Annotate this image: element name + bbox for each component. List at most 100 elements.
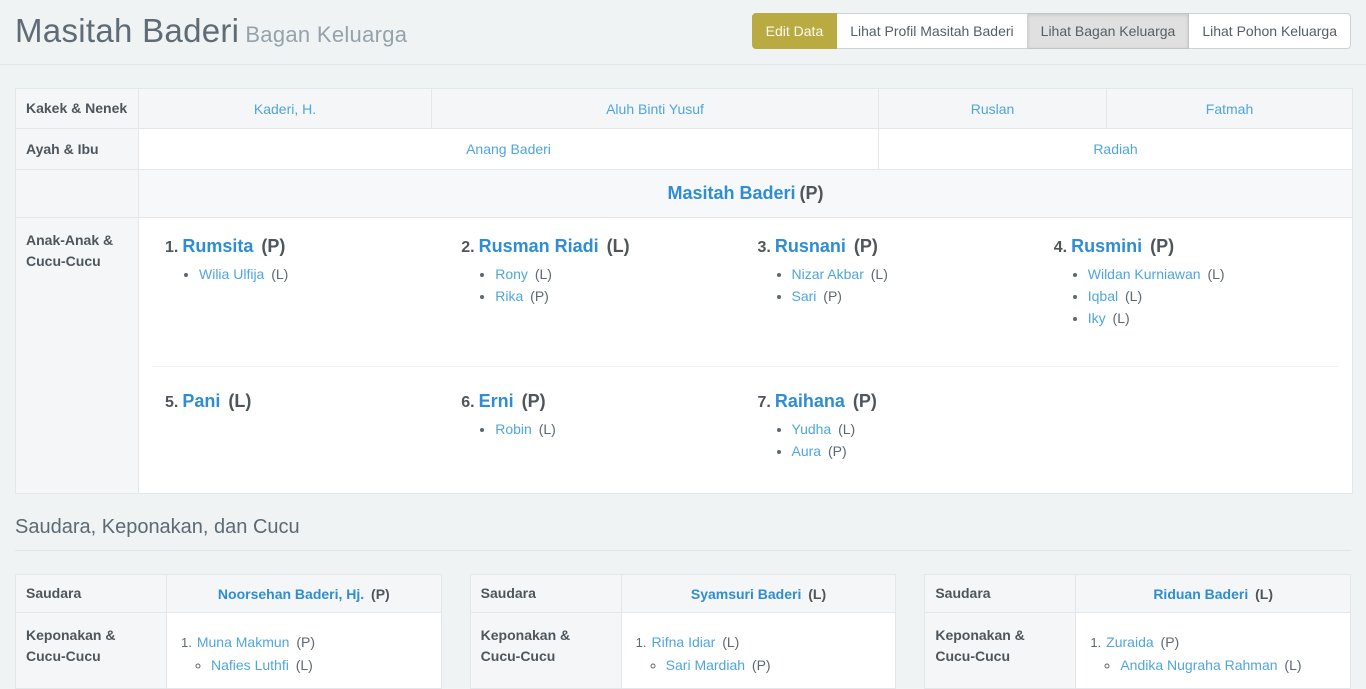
grandparent-link[interactable]: Aluh Binti Yusuf	[606, 101, 704, 117]
view-profile-button[interactable]: Lihat Profil Masitah Baderi	[837, 13, 1027, 49]
grandchild-name-link[interactable]: Wildan Kurniawan	[1088, 266, 1201, 282]
nephews-row-label: Keponakan & Cucu-Cucu	[16, 613, 167, 689]
gender-label: (L)	[1109, 310, 1130, 326]
gender-label: (L)	[1251, 586, 1273, 602]
grandchild-item: Wildan Kurniawan (L)	[1088, 263, 1338, 285]
child-item: 7.Raihana (P) Yudha (L) Aura (P)	[746, 383, 1042, 479]
gender-label: (P)	[819, 288, 842, 304]
sibling-table: Saudara Syamsuri Baderi (L) Keponakan & …	[470, 574, 897, 689]
child-number: 6.	[461, 394, 474, 411]
nephews-row-label: Keponakan & Cucu-Cucu	[925, 613, 1076, 689]
parents-row: Ayah & Ibu Anang Baderi Radiah	[16, 129, 1353, 170]
gender-label: (P)	[526, 288, 549, 304]
gender-label: (L)	[535, 421, 556, 437]
grandchild-name-link[interactable]: Aura	[792, 443, 822, 459]
sibling-name-link[interactable]: Syamsuri Baderi	[691, 586, 802, 602]
grandchild-item: Yudha (L)	[792, 418, 1042, 440]
sibling-table: Saudara Noorsehan Baderi, Hj. (P) Kepona…	[15, 574, 442, 689]
gender-label: (L)	[1204, 266, 1225, 282]
child-name-link[interactable]: Rusnani	[775, 236, 846, 256]
child-number: 5.	[165, 394, 178, 411]
gender-label: (P)	[848, 391, 877, 411]
view-family-chart-button[interactable]: Lihat Bagan Keluarga	[1028, 13, 1190, 49]
grandnephew-name-link[interactable]: Andika Nugraha Rahman	[1120, 657, 1277, 673]
grandchild-item: Rony (L)	[495, 263, 745, 285]
nephew-name-link[interactable]: Zuraida	[1106, 634, 1153, 650]
grandnephew-name-link[interactable]: Nafies Luthfi	[211, 657, 289, 673]
gender-label: (L)	[267, 266, 288, 282]
grandchild-name-link[interactable]: Nizar Akbar	[792, 266, 864, 282]
grandchild-name-link[interactable]: Robin	[495, 421, 532, 437]
sibling-name-link[interactable]: Riduan Baderi	[1153, 586, 1248, 602]
children-grid-row-2: 5.Pani (L) 6. Erni (P) Robin (L) 7.Raihan…	[153, 383, 1338, 479]
child-item: 3.Rusnani (P) Nizar Akbar (L) Sari (P)	[746, 228, 1042, 358]
grandchild-name-link[interactable]: Wilia Ulfija	[199, 266, 264, 282]
person-name-title: Masitah Baderi	[15, 12, 239, 49]
gender-label: (P)	[367, 586, 390, 602]
gender-label: (L)	[602, 236, 630, 256]
gender-label: (P)	[292, 634, 315, 650]
grandparents-row-label: Kakek & Nenek	[16, 89, 139, 129]
edit-data-button[interactable]: Edit Data	[752, 13, 838, 49]
nephew-name-link[interactable]: Rifna Idiar	[652, 634, 716, 650]
grandchild-name-link[interactable]: Iqbal	[1088, 288, 1118, 304]
child-item: 6.Erni (P) Robin (L)	[449, 383, 745, 479]
nephew-name-link[interactable]: Muna Makmun	[197, 634, 290, 650]
grandchild-name-link[interactable]: Yudha	[792, 421, 832, 437]
mother-link[interactable]: Radiah	[1093, 141, 1137, 157]
gender-label: (L)	[804, 586, 826, 602]
sibling-row-label: Saudara	[470, 575, 621, 613]
child-name-link[interactable]: Rumsita	[182, 236, 253, 256]
gender-label: (P)	[800, 183, 824, 203]
nephews-row-label: Keponakan & Cucu-Cucu	[470, 613, 621, 689]
siblings-grid: Saudara Noorsehan Baderi, Hj. (P) Kepona…	[15, 574, 1351, 689]
gender-label: (L)	[1121, 288, 1142, 304]
nephew-item: 1.Zuraida (P) Andika Nugraha Rahman (L)	[1090, 631, 1340, 676]
sibling-row-label: Saudara	[925, 575, 1076, 613]
gender-label: (L)	[718, 634, 739, 650]
nephew-item: 1.Muna Makmun (P) Nafies Luthfi (L)	[181, 631, 431, 676]
child-name-link[interactable]: Raihana	[775, 391, 845, 411]
grandchild-name-link[interactable]: Rony	[495, 266, 528, 282]
children-row: Anak-Anak & Cucu-Cucu 1.Rumsita (P) Wili…	[16, 218, 1353, 494]
child-name-link[interactable]: Rusmini	[1071, 236, 1142, 256]
view-family-tree-button[interactable]: Lihat Pohon Keluarga	[1189, 13, 1351, 49]
gender-label: (P)	[256, 236, 285, 256]
child-number: 2.	[461, 239, 474, 256]
child-name-link[interactable]: Erni	[479, 391, 514, 411]
gender-label: (L)	[223, 391, 251, 411]
grandparent-link[interactable]: Kaderi, H.	[254, 101, 316, 117]
children-grid-row-1: 1.Rumsita (P) Wilia Ulfija (L) 2. Rusman …	[153, 228, 1338, 358]
gender-label: (P)	[849, 236, 878, 256]
grandchild-item: Wilia Ulfija (L)	[199, 263, 449, 285]
grandchild-name-link[interactable]: Iky	[1088, 310, 1106, 326]
grandnephew-item: Nafies Luthfi (L)	[211, 654, 431, 676]
gender-label: (P)	[824, 443, 847, 459]
child-item: 1.Rumsita (P) Wilia Ulfija (L)	[153, 228, 449, 358]
grandparent-link[interactable]: Ruslan	[971, 101, 1015, 117]
grandchild-name-link[interactable]: Sari	[792, 288, 817, 304]
page-title: Masitah BaderiBagan Keluarga	[15, 12, 407, 50]
grandparent-link[interactable]: Fatmah	[1206, 101, 1253, 117]
page-header: Masitah BaderiBagan Keluarga Edit Data L…	[0, 0, 1366, 65]
self-name-link[interactable]: Masitah Baderi	[667, 183, 795, 203]
sibling-name-link[interactable]: Noorsehan Baderi, Hj.	[218, 586, 364, 602]
grandparents-row: Kakek & Nenek Kaderi, H. Aluh Binti Yusu…	[16, 89, 1353, 129]
grandchild-name-link[interactable]: Rika	[495, 288, 523, 304]
child-name-link[interactable]: Rusman Riadi	[479, 236, 599, 256]
children-row-label: Anak-Anak & Cucu-Cucu	[16, 218, 139, 494]
grandchild-item: Aura (P)	[792, 440, 1042, 462]
child-name-link[interactable]: Pani	[182, 391, 220, 411]
child-item: 5.Pani (L)	[153, 383, 449, 479]
gender-label: (L)	[867, 266, 888, 282]
father-link[interactable]: Anang Baderi	[466, 141, 551, 157]
children-rows-divider	[153, 366, 1338, 367]
gender-label: (P)	[748, 657, 771, 673]
child-item: 2. Rusman Riadi (L) Rony (L) Rika (P)	[449, 228, 745, 358]
grandnephew-item: Andika Nugraha Rahman (L)	[1120, 654, 1340, 676]
grandnephew-name-link[interactable]: Sari Mardiah	[666, 657, 745, 673]
family-chart-table: Kakek & Nenek Kaderi, H. Aluh Binti Yusu…	[15, 88, 1353, 494]
nephew-item: 1. Rifna Idiar (L) Sari Mardiah (P)	[636, 631, 886, 676]
nephew-number: 1.	[636, 635, 647, 650]
sibling-row-label: Saudara	[16, 575, 167, 613]
